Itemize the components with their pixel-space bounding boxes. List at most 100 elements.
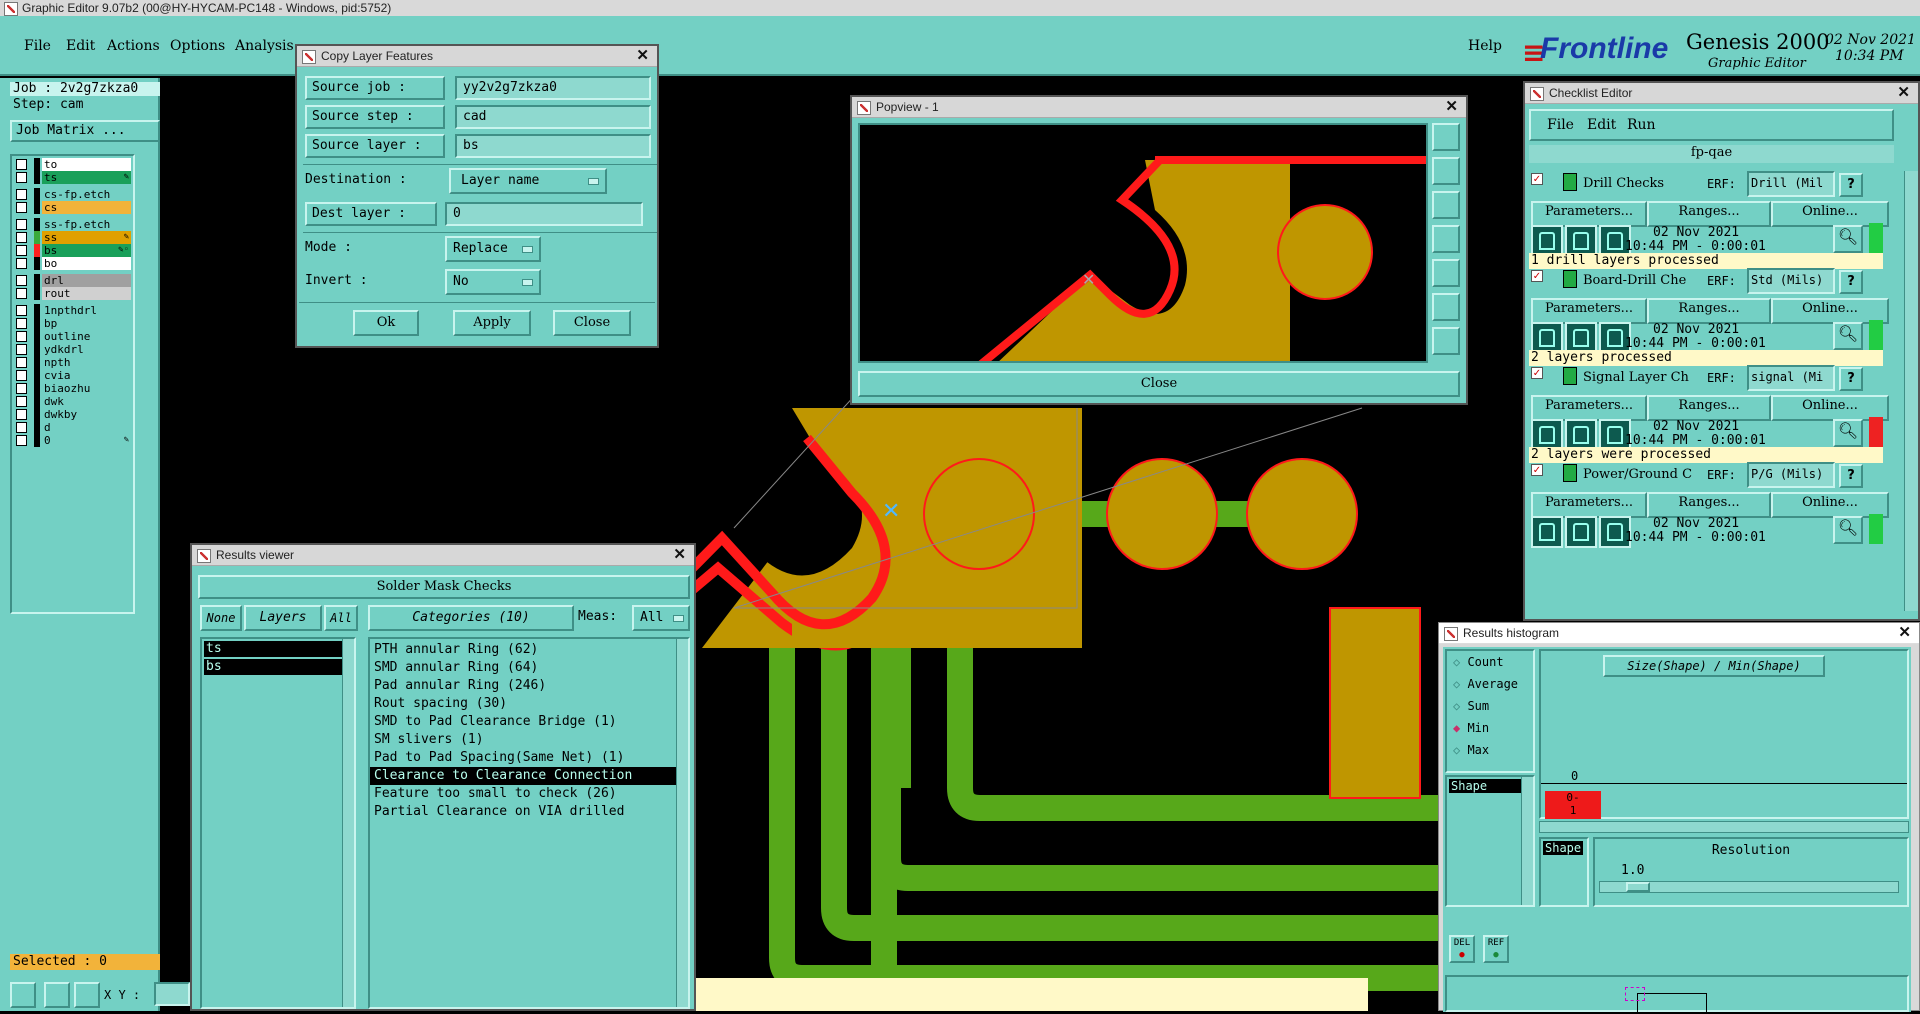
- layer-checkbox[interactable]: [16, 275, 27, 286]
- category-item[interactable]: Rout spacing (30): [370, 695, 688, 713]
- histogram-bar[interactable]: 0- 1: [1545, 791, 1601, 819]
- layer-row-cs[interactable]: cs: [12, 201, 133, 214]
- layer-checkbox[interactable]: [16, 219, 27, 230]
- fit-icon[interactable]: [1432, 293, 1460, 321]
- popview-close-button[interactable]: Close: [858, 371, 1460, 397]
- meas-select[interactable]: All: [632, 605, 690, 631]
- help-button[interactable]: ?: [1839, 367, 1863, 391]
- check-toggle[interactable]: ✓: [1531, 367, 1543, 379]
- layer-checkbox[interactable]: [16, 288, 27, 299]
- menu-help[interactable]: Help: [1468, 38, 1502, 54]
- layer-row-bs[interactable]: bs ✎◦: [12, 244, 133, 257]
- close-icon[interactable]: ✕: [636, 46, 649, 66]
- close-button[interactable]: Close: [553, 310, 631, 336]
- layer-row-cs-fp.etch[interactable]: cs-fp.etch: [12, 188, 133, 201]
- layer-checkbox[interactable]: [16, 232, 27, 243]
- dest-layer-field[interactable]: 0: [445, 202, 643, 226]
- layer-checkbox[interactable]: [16, 331, 27, 342]
- source-job-field[interactable]: yy2v2g7zkza0: [455, 76, 651, 100]
- category-item[interactable]: SMD to Pad Clearance Bridge (1): [370, 713, 688, 731]
- layer-checkbox[interactable]: [16, 344, 27, 355]
- magnifier-icon[interactable]: 🔍︎: [1833, 516, 1863, 544]
- magnifier-icon[interactable]: 🔍︎: [1833, 322, 1863, 350]
- layer-row-dwk[interactable]: dwk: [12, 395, 133, 408]
- scrollbar[interactable]: [342, 639, 354, 1007]
- ranges-button[interactable]: Ranges...: [1647, 492, 1771, 518]
- check-toggle[interactable]: ✓: [1531, 464, 1543, 476]
- category-item[interactable]: SM slivers (1): [370, 731, 688, 749]
- layer-row-drl[interactable]: drl: [12, 274, 133, 287]
- check-name[interactable]: Drill Checks: [1583, 176, 1703, 191]
- layer-row-biaozhu[interactable]: biaozhu: [12, 382, 133, 395]
- parameters-button[interactable]: Parameters...: [1531, 395, 1647, 421]
- all-button[interactable]: All: [324, 605, 358, 631]
- layer-checkbox[interactable]: [16, 159, 27, 170]
- layer-checkbox[interactable]: [16, 189, 27, 200]
- layer-checkbox[interactable]: [16, 357, 27, 368]
- layer-checkbox[interactable]: [16, 258, 27, 269]
- magnifier-icon[interactable]: 🔍︎: [1833, 225, 1863, 253]
- measure-icon[interactable]: [44, 982, 70, 1008]
- help-button[interactable]: ?: [1839, 270, 1863, 294]
- popview-canvas[interactable]: ✕: [858, 123, 1428, 363]
- job-matrix-button[interactable]: Job Matrix ...: [10, 120, 160, 142]
- erf-field[interactable]: Drill (Mil: [1747, 171, 1835, 197]
- erf-field[interactable]: P/G (Mils): [1747, 462, 1835, 488]
- ranges-button[interactable]: Ranges...: [1647, 298, 1771, 324]
- categories-button[interactable]: Categories (10): [368, 605, 574, 631]
- check-name[interactable]: Board-Drill Che: [1583, 273, 1703, 288]
- zoom-in-icon[interactable]: [1432, 123, 1460, 151]
- check-toggle[interactable]: ✓: [1531, 173, 1543, 185]
- layer-row-bp[interactable]: bp: [12, 317, 133, 330]
- layer-row-dwkby[interactable]: dwkby: [12, 408, 133, 421]
- layer-row-bo[interactable]: bo: [12, 257, 133, 270]
- scrollbar[interactable]: [1904, 171, 1918, 611]
- layer-checkbox[interactable]: [16, 202, 27, 213]
- layer-row-cvia[interactable]: cvia: [12, 369, 133, 382]
- layer-checkbox[interactable]: [16, 383, 27, 394]
- layer-checkbox[interactable]: [16, 409, 27, 420]
- category-item[interactable]: Clearance to Clearance Connection: [370, 767, 688, 785]
- list-item[interactable]: ts: [204, 641, 346, 657]
- ranges-button[interactable]: Ranges...: [1647, 395, 1771, 421]
- ok-button[interactable]: Ok: [353, 310, 419, 336]
- del-button[interactable]: DEL ●: [1449, 935, 1475, 963]
- menu-options[interactable]: Options: [170, 38, 225, 54]
- layer-row-0[interactable]: 0 ✎: [12, 434, 133, 447]
- apply-button[interactable]: Apply: [453, 310, 531, 336]
- invert-select[interactable]: No: [445, 269, 541, 295]
- pan-left-icon[interactable]: [1432, 225, 1460, 253]
- check-toggle[interactable]: ✓: [1531, 270, 1543, 282]
- menu-file[interactable]: File: [24, 38, 51, 54]
- source-layer-field[interactable]: bs: [455, 134, 651, 158]
- layer-checkbox[interactable]: [16, 422, 27, 433]
- resolution-slider[interactable]: [1599, 881, 1899, 893]
- menu-analysis[interactable]: Analysis: [235, 38, 294, 54]
- layer-row-ss-fp.etch[interactable]: ss-fp.etch: [12, 218, 133, 231]
- category-item[interactable]: Pad annular Ring (246): [370, 677, 688, 695]
- category-item[interactable]: Partial Clearance on VIA drilled: [370, 803, 688, 821]
- scrollbar[interactable]: [1521, 777, 1533, 905]
- scrollbar[interactable]: [676, 639, 688, 1007]
- close-icon[interactable]: ✕: [1898, 623, 1911, 643]
- list-item[interactable]: bs: [204, 659, 346, 675]
- checklist-menu-run[interactable]: Run: [1627, 111, 1656, 139]
- parameters-button[interactable]: Parameters...: [1531, 201, 1647, 227]
- menu-actions[interactable]: Actions: [107, 38, 160, 54]
- pan-down-icon[interactable]: [1432, 191, 1460, 219]
- erf-field[interactable]: Std (Mils): [1747, 268, 1835, 294]
- checklist-menu-edit[interactable]: Edit: [1587, 111, 1616, 139]
- stat-option-count[interactable]: ◇ Count: [1453, 655, 1504, 669]
- stat-option-max[interactable]: ◇ Max: [1453, 743, 1489, 757]
- none-button[interactable]: None: [200, 605, 242, 631]
- parameters-button[interactable]: Parameters...: [1531, 298, 1647, 324]
- layer-checkbox[interactable]: [16, 172, 27, 183]
- layer-row-npth[interactable]: npth: [12, 356, 133, 369]
- layer-row-rout[interactable]: rout: [12, 287, 133, 300]
- close-icon[interactable]: ✕: [673, 545, 686, 565]
- run-area-icon[interactable]: [1565, 516, 1597, 548]
- help-button[interactable]: ?: [1839, 173, 1863, 197]
- parameters-button[interactable]: Parameters...: [1531, 492, 1647, 518]
- layer-checkbox[interactable]: [16, 435, 27, 446]
- category-item[interactable]: PTH annular Ring (62): [370, 641, 688, 659]
